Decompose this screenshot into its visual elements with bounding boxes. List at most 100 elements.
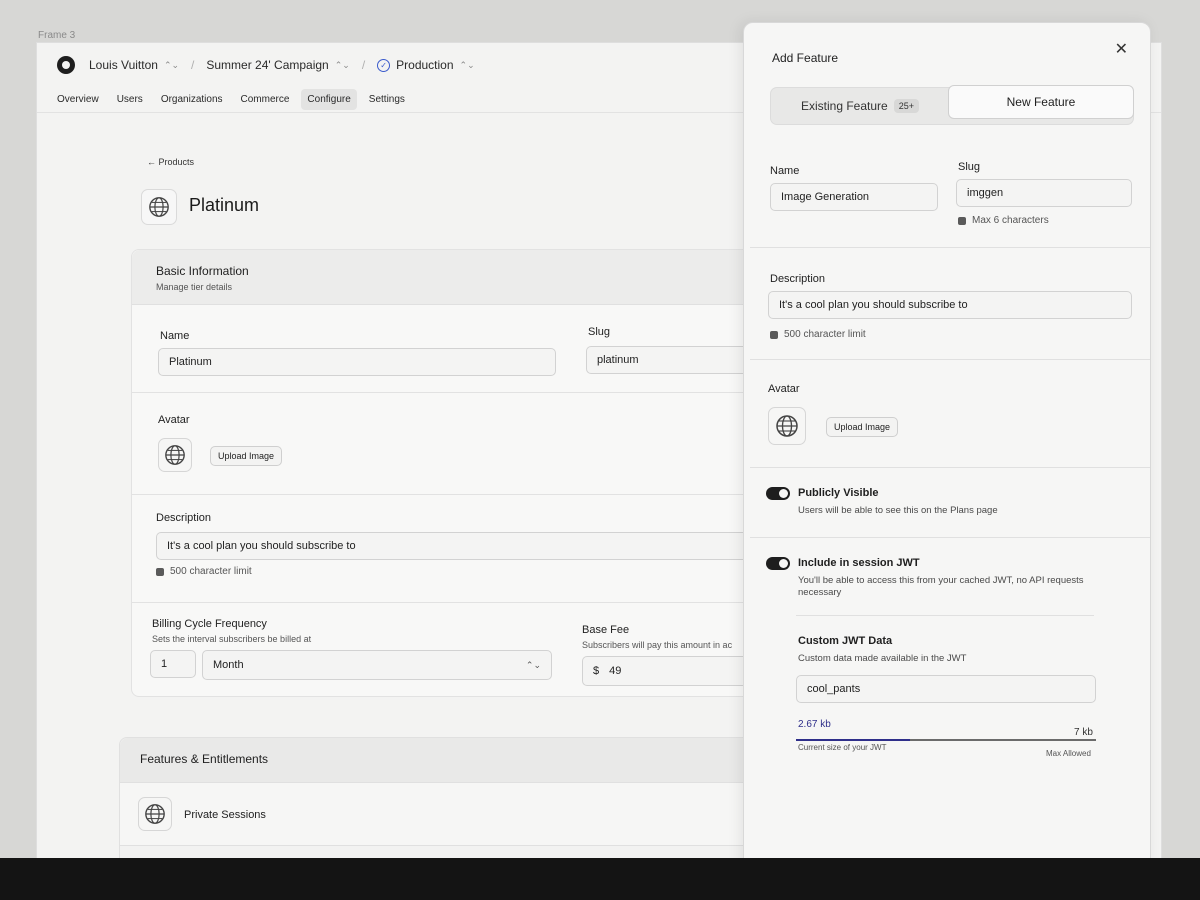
card-header: Basic Information Manage tier details <box>132 250 820 305</box>
tab-settings[interactable]: Settings <box>363 89 411 110</box>
check-circle-icon: ✓ <box>377 58 391 72</box>
jwt-max-caption: Max Allowed <box>1046 749 1091 758</box>
jwt-subtitle: You'll be able to access this from your … <box>798 575 1084 598</box>
globe-icon <box>165 445 185 465</box>
base-fee-subtitle: Subscribers will pay this amount in ac <box>582 640 733 650</box>
custom-jwt-input[interactable]: cool_pants <box>796 675 1096 703</box>
section-divider <box>132 494 820 495</box>
jwt-size-caption: Current size of your JWT <box>798 743 887 752</box>
breadcrumb-separator: / <box>191 58 195 72</box>
upload-image-button[interactable]: Upload Image <box>826 417 899 437</box>
avatar-label: Avatar <box>768 383 800 395</box>
slug-hint-text: Max 6 characters <box>972 215 1049 226</box>
back-link[interactable]: ← Products <box>147 157 194 167</box>
jwt-size-progress-fill <box>796 739 910 741</box>
page-title: Platinum <box>189 195 260 215</box>
name-label: Name <box>160 330 190 342</box>
section-divider <box>750 247 1150 248</box>
close-icon[interactable]: ✕ <box>1115 39 1128 59</box>
description-label: Description <box>770 273 826 285</box>
card-title: Basic Information <box>156 264 249 278</box>
product-avatar <box>141 189 177 225</box>
slug-label: Slug <box>958 161 981 173</box>
chevron-updown-icon: ⌃⌄ <box>163 59 180 70</box>
billing-subtitle: Sets the interval subscribers be billed … <box>152 634 312 644</box>
chevron-updown-icon: ⌃⌄ <box>525 659 541 670</box>
logo-icon <box>57 56 75 74</box>
arrow-left-icon: ← <box>147 157 156 167</box>
base-fee-value: 49 <box>609 665 622 677</box>
features-title: Features & Entitlements <box>120 738 828 782</box>
org-switcher[interactable]: Louis Vuitton ⌃⌄ <box>89 58 179 72</box>
basic-information-card: Basic Information Manage tier details Na… <box>131 249 822 697</box>
billing-label: Billing Cycle Frequency <box>152 618 267 630</box>
campaign-name: Summer 24' Campaign <box>206 58 329 72</box>
environment-switcher[interactable]: ✓ Production ⌃⌄ <box>377 58 475 72</box>
count-badge: 25+ <box>893 99 919 113</box>
feature-mode-toggle: Existing Feature 25+ New Feature <box>770 85 1134 125</box>
section-divider <box>132 602 820 603</box>
billing-unit-value: Month <box>213 659 244 671</box>
section-divider <box>750 537 1150 538</box>
feature-avatar <box>138 797 172 831</box>
avatar-preview <box>768 407 806 445</box>
avatar-label: Avatar <box>158 414 190 426</box>
existing-feature-tab[interactable]: Existing Feature 25+ <box>771 88 949 124</box>
custom-jwt-subtitle: Custom data made available in the JWT <box>798 653 967 664</box>
breadcrumb-separator: / <box>361 58 366 72</box>
chevron-updown-icon: ⌃⌄ <box>459 59 475 70</box>
jwt-max-value: 7 kb <box>1074 727 1093 738</box>
feature-description-input[interactable]: It's a cool plan you should subscribe to <box>768 291 1132 319</box>
features-card: Features & Entitlements Private Sessions <box>119 737 829 859</box>
description-hint-text: 500 character limit <box>170 566 252 577</box>
list-item[interactable]: Private Sessions <box>120 782 828 846</box>
tab-configure[interactable]: Configure <box>301 89 357 110</box>
tab-commerce[interactable]: Commerce <box>235 89 296 110</box>
description-hint-text: 500 character limit <box>784 329 866 340</box>
billing-count-input[interactable]: 1 <box>150 650 196 678</box>
currency-symbol: $ <box>593 665 600 677</box>
upload-image-button[interactable]: Upload Image <box>210 446 283 466</box>
tab-organizations[interactable]: Organizations <box>155 89 229 110</box>
description-hint: 500 character limit <box>156 566 252 577</box>
globe-icon <box>776 415 798 437</box>
info-icon <box>156 567 164 576</box>
description-input[interactable]: It's a cool plan you should subscribe to <box>156 532 822 560</box>
public-visibility-toggle[interactable] <box>766 487 790 500</box>
slug-hint: Max 6 characters <box>958 215 1049 226</box>
custom-jwt-title: Custom JWT Data <box>798 635 893 647</box>
base-fee-label: Base Fee <box>582 624 630 636</box>
section-divider <box>796 615 1094 616</box>
jwt-toggle[interactable] <box>766 557 790 570</box>
billing-unit-select[interactable]: Month ⌃⌄ <box>202 650 552 680</box>
card-subtitle: Manage tier details <box>156 282 233 292</box>
org-name: Louis Vuitton <box>89 58 158 72</box>
info-icon <box>770 330 778 339</box>
name-label: Name <box>770 165 800 177</box>
jwt-size-value: 2.67 kb <box>798 719 831 730</box>
add-feature-panel: Add Feature ✕ Existing Feature 25+ New F… <box>743 22 1151 874</box>
chevron-updown-icon: ⌃⌄ <box>334 59 350 70</box>
public-visibility-title: Publicly Visible <box>798 487 879 499</box>
existing-feature-label: Existing Feature <box>801 99 888 113</box>
feature-slug-input[interactable]: imggen <box>956 179 1132 207</box>
campaign-switcher[interactable]: Summer 24' Campaign ⌃⌄ <box>206 58 349 72</box>
feature-label: Private Sessions <box>184 809 266 821</box>
description-hint: 500 character limit <box>770 329 866 340</box>
slug-label: Slug <box>588 326 611 338</box>
new-feature-tab[interactable]: New Feature <box>948 85 1134 119</box>
globe-icon <box>149 197 169 217</box>
section-divider <box>750 359 1150 360</box>
environment-name: Production <box>396 58 454 72</box>
tab-users[interactable]: Users <box>111 89 149 110</box>
info-icon <box>958 216 966 225</box>
name-input[interactable]: Platinum <box>158 348 556 376</box>
section-divider <box>750 467 1150 468</box>
feature-name-input[interactable]: Image Generation <box>770 183 938 211</box>
public-visibility-subtitle: Users will be able to see this on the Pl… <box>798 505 998 516</box>
jwt-title: Include in session JWT <box>798 557 920 569</box>
description-label: Description <box>156 512 212 524</box>
globe-icon <box>145 804 165 824</box>
tab-overview[interactable]: Overview <box>51 89 105 110</box>
avatar-preview <box>158 438 192 472</box>
